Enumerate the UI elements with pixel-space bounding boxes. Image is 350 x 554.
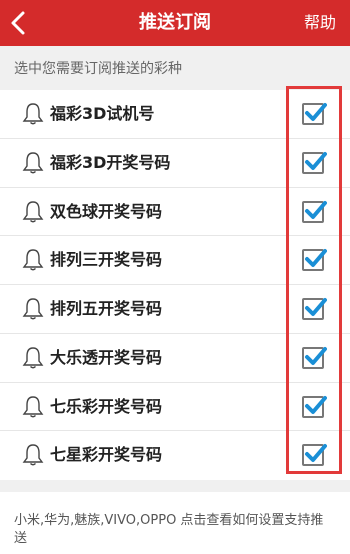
subscription-row[interactable]: 大乐透开奖号码 (0, 334, 350, 383)
app-header: 推送订阅 帮助 (0, 0, 350, 46)
subscription-checkbox[interactable] (302, 249, 327, 272)
bell-icon (22, 298, 44, 320)
bell-icon (22, 395, 44, 417)
subscription-row[interactable]: 福彩3D开奖号码 (0, 139, 350, 188)
subscription-label: 七星彩开奖号码 (50, 445, 163, 465)
subscription-row[interactable]: 七乐彩开奖号码 (0, 383, 350, 432)
subscription-label: 七乐彩开奖号码 (50, 396, 163, 416)
bell-icon (22, 249, 44, 271)
bell-icon (22, 152, 44, 174)
subscription-checkbox[interactable] (302, 444, 327, 467)
footer-help-link[interactable]: 小米,华为,魅族,VIVO,OPPO 点击查看如何设置支持推送 (14, 512, 336, 548)
subscription-checkbox[interactable] (302, 395, 327, 418)
subscription-label: 排列三开奖号码 (50, 250, 163, 270)
subscription-label: 大乐透开奖号码 (50, 347, 163, 367)
checkmark-icon (305, 346, 327, 365)
subscription-label: 双色球开奖号码 (50, 201, 163, 221)
subscription-checkbox[interactable] (302, 200, 327, 223)
subscription-label: 福彩3D试机号 (50, 104, 155, 123)
subscription-row[interactable]: 排列五开奖号码 (0, 285, 350, 334)
subscription-list: 福彩3D试机号 福彩3D开奖号码 双色球开奖号码 排列三开奖号码 排列五开奖号码… (0, 90, 350, 480)
subscription-row[interactable]: 双色球开奖号码 (0, 188, 350, 237)
footer[interactable]: 小米,华为,魅族,VIVO,OPPO 点击查看如何设置支持推送 (0, 492, 350, 554)
bell-icon (22, 103, 44, 125)
subscription-label: 福彩3D开奖号码 (50, 152, 171, 172)
subscription-row[interactable]: 七星彩开奖号码 (0, 431, 350, 480)
checkmark-icon (305, 395, 327, 414)
subscription-row[interactable]: 排列三开奖号码 (0, 236, 350, 285)
subscription-checkbox[interactable] (302, 346, 327, 369)
subscription-row[interactable]: 福彩3D试机号 (0, 90, 350, 139)
checkmark-icon (305, 298, 327, 316)
checkmark-icon (305, 151, 327, 170)
bell-icon (22, 444, 44, 466)
page-title: 推送订阅 (139, 12, 211, 33)
bell-icon (22, 347, 44, 369)
checkmark-icon (305, 200, 327, 219)
subscription-checkbox[interactable] (302, 103, 327, 125)
checkmark-icon (305, 249, 327, 268)
help-button[interactable]: 帮助 (304, 0, 336, 46)
subscription-checkbox[interactable] (302, 151, 327, 174)
bell-icon (22, 200, 44, 222)
subscription-checkbox[interactable] (302, 298, 327, 320)
section-label: 选中您需要订阅推送的彩种 (14, 61, 182, 77)
checkmark-icon (305, 444, 327, 463)
subscription-label: 排列五开奖号码 (50, 299, 163, 318)
checkmark-icon (305, 103, 327, 121)
